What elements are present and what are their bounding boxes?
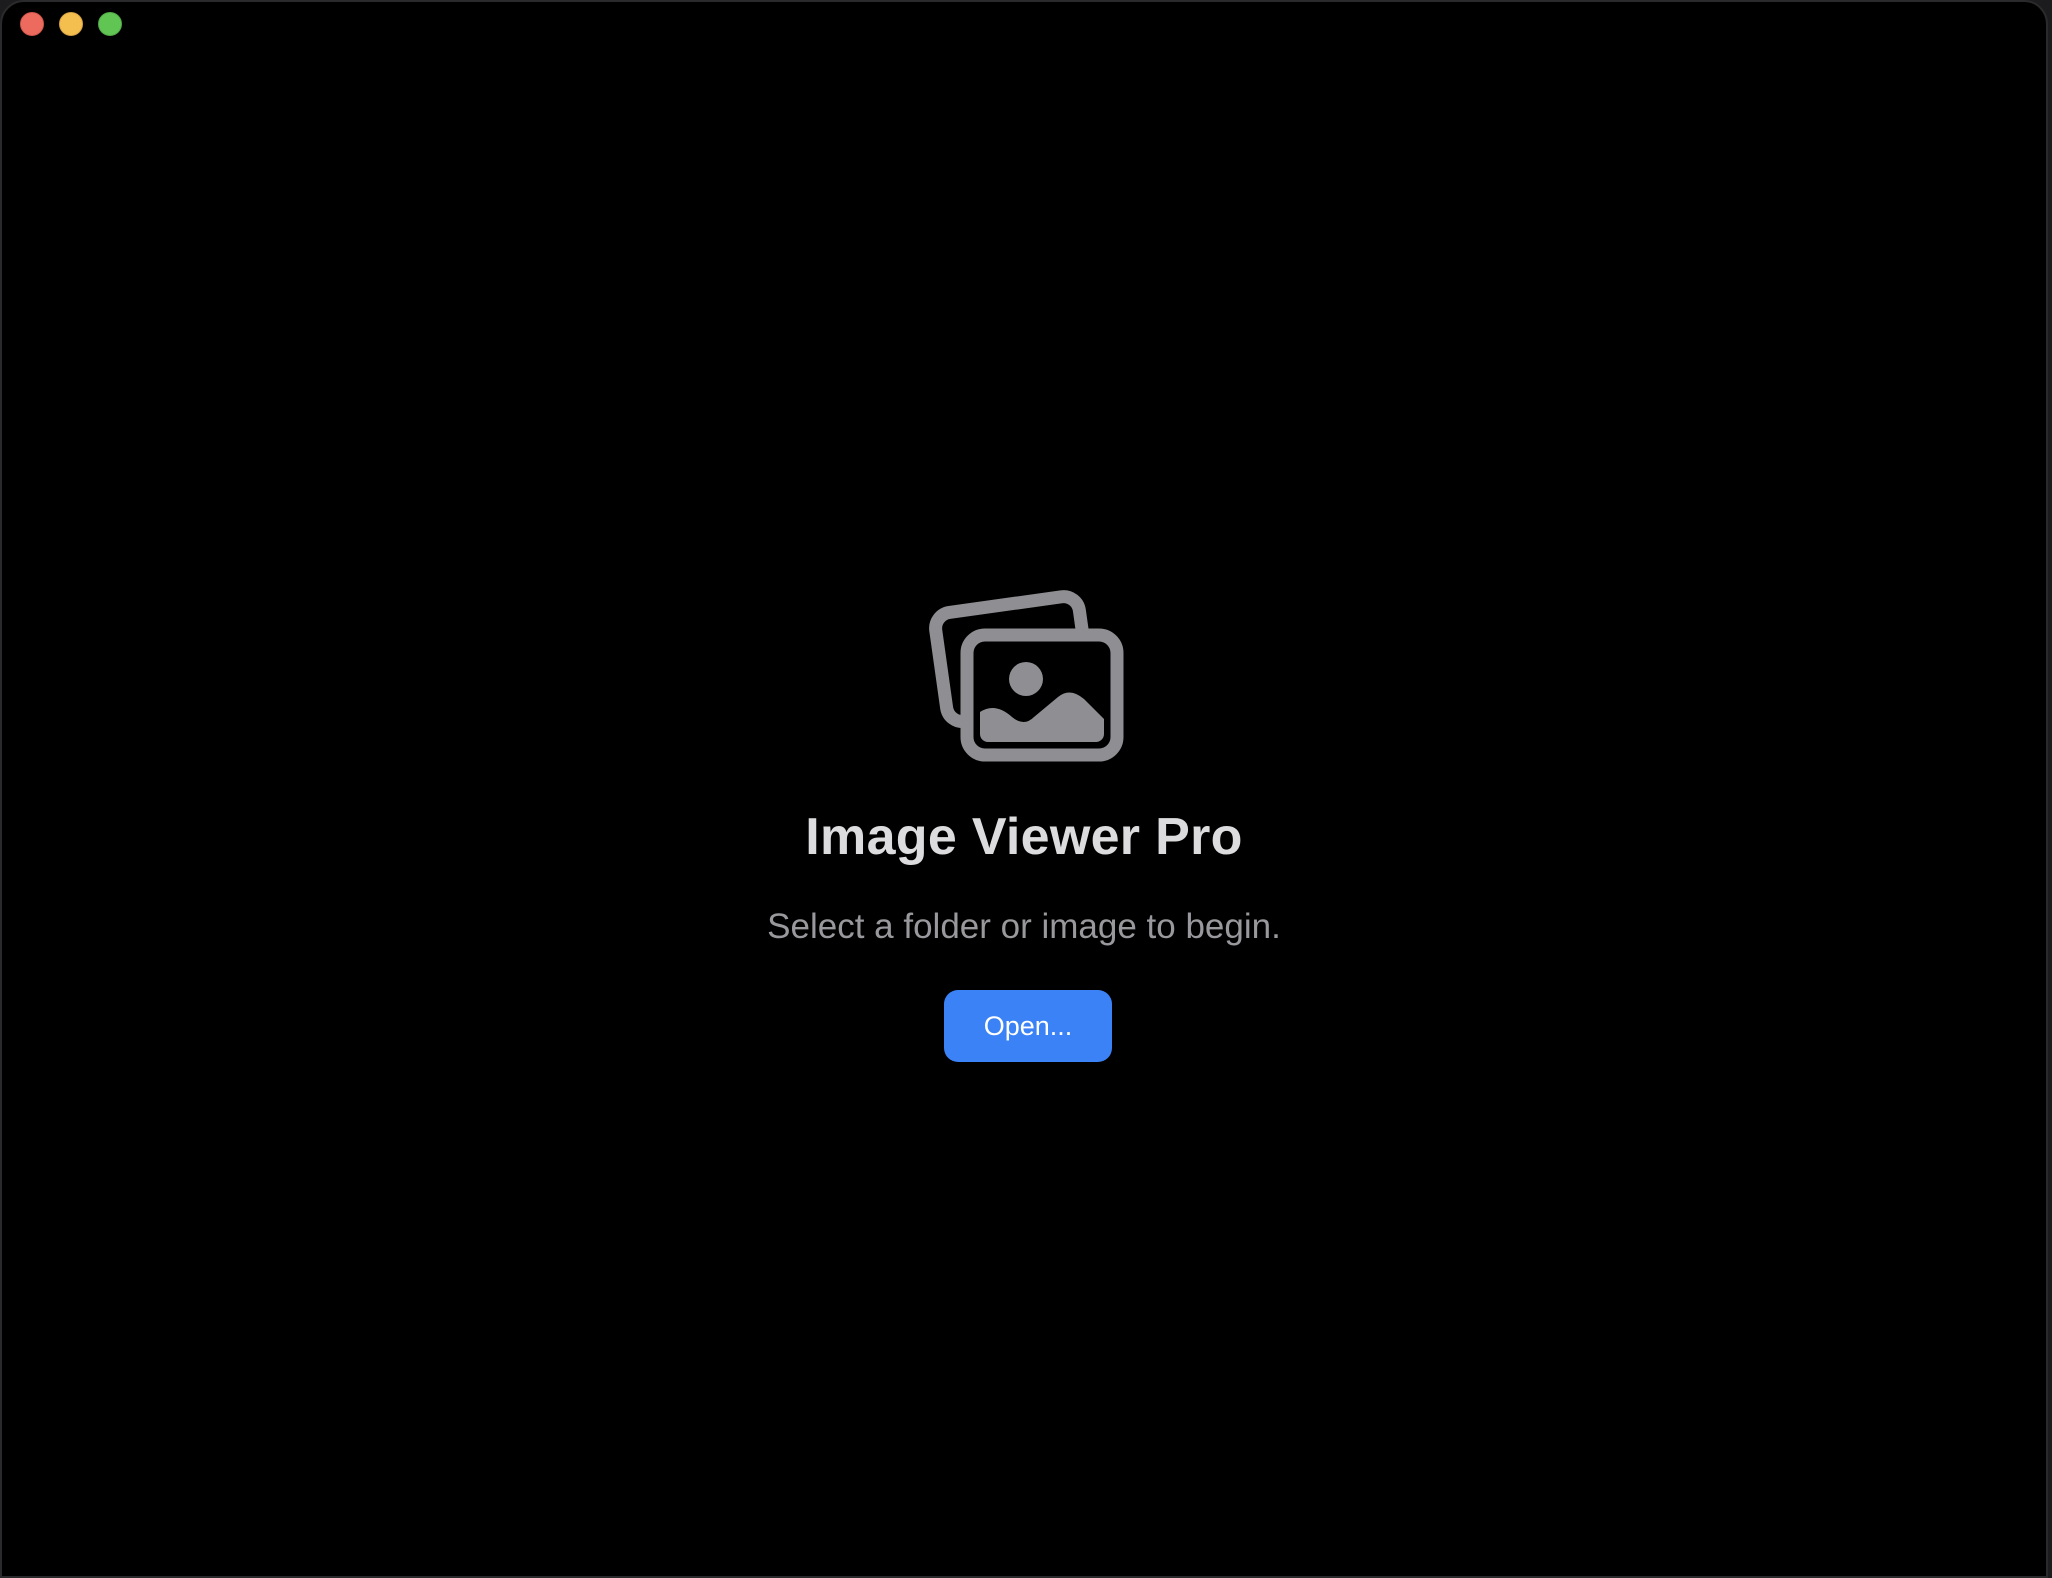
empty-state: Image Viewer Pro Select a folder or imag… <box>2 2 2046 1576</box>
app-window: Image Viewer Pro Select a folder or imag… <box>0 0 2048 1578</box>
app-title: Image Viewer Pro <box>805 808 1243 866</box>
open-button[interactable]: Open... <box>944 990 1112 1062</box>
photo-stack-icon <box>929 590 1124 762</box>
empty-state-subtitle: Select a folder or image to begin. <box>767 907 1281 946</box>
